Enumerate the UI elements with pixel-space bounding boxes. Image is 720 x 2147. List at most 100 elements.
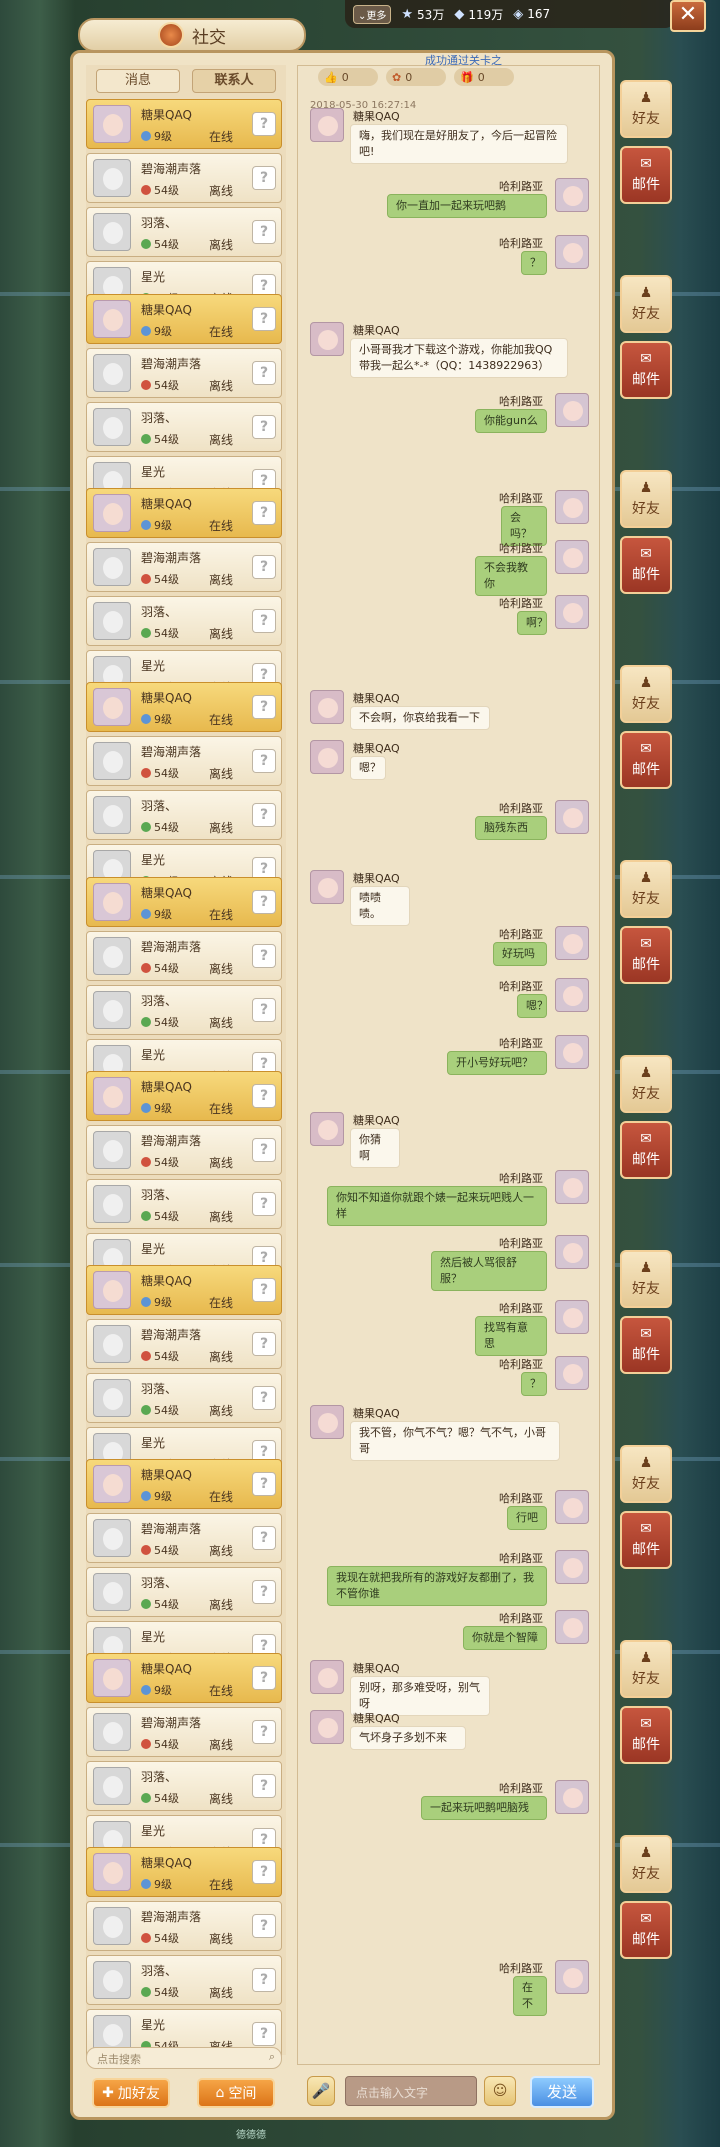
message-avatar[interactable] [555, 1235, 589, 1269]
add-friend-button[interactable]: ✚ 加好友 [92, 2078, 170, 2108]
message-avatar[interactable] [555, 490, 589, 524]
message-avatar[interactable] [310, 108, 344, 142]
tab-mail[interactable]: ✉ 邮件 [620, 1706, 672, 1764]
message-avatar[interactable] [555, 235, 589, 269]
more-button[interactable]: ⌄更多 [353, 4, 392, 24]
help-icon[interactable]: ? [252, 1386, 276, 1410]
message-avatar[interactable] [555, 978, 589, 1012]
message-avatar[interactable] [555, 1780, 589, 1814]
friend-row[interactable]: 羽落、 54级 离线? [86, 1567, 282, 1617]
friend-row[interactable]: 羽落、 54级 离线? [86, 790, 282, 840]
help-icon[interactable]: ? [252, 361, 276, 385]
tab-mail[interactable]: ✉ 邮件 [620, 536, 672, 594]
send-button[interactable]: 发送 [530, 2076, 594, 2108]
friend-row[interactable]: 糖果QAQ 9级 在线? [86, 1265, 282, 1315]
help-icon[interactable]: ? [252, 1192, 276, 1216]
close-button[interactable]: ✕ [670, 0, 706, 32]
friend-row[interactable]: 羽落、 54级 离线? [86, 1373, 282, 1423]
message-avatar[interactable] [310, 1405, 344, 1439]
chat-input[interactable]: 点击输入文字 [345, 2076, 477, 2106]
help-icon[interactable]: ? [252, 501, 276, 525]
friend-row[interactable]: 碧海潮声落 54级 离线? [86, 1707, 282, 1757]
help-icon[interactable]: ? [252, 1720, 276, 1744]
tab-friends[interactable]: ♟ 好友 [620, 1835, 672, 1893]
message-avatar[interactable] [555, 1300, 589, 1334]
message-avatar[interactable] [555, 1490, 589, 1524]
help-icon[interactable]: ? [252, 1914, 276, 1938]
help-icon[interactable]: ? [252, 166, 276, 190]
message-avatar[interactable] [555, 393, 589, 427]
flower-reaction[interactable]: ✿ 0 [386, 68, 446, 86]
help-icon[interactable]: ? [252, 944, 276, 968]
friend-row[interactable]: 糖果QAQ 9级 在线? [86, 877, 282, 927]
friend-row[interactable]: 糖果QAQ 9级 在线? [86, 1071, 282, 1121]
tab-mail[interactable]: ✉ 邮件 [620, 926, 672, 984]
tab-mail[interactable]: ✉ 邮件 [620, 341, 672, 399]
help-icon[interactable]: ? [252, 1580, 276, 1604]
friend-row[interactable]: 碧海潮声落 54级 离线? [86, 1513, 282, 1563]
emoji-button[interactable]: ☺ [484, 2076, 516, 2106]
message-avatar[interactable] [555, 1960, 589, 1994]
help-icon[interactable]: ? [252, 1138, 276, 1162]
message-avatar[interactable] [310, 322, 344, 356]
friend-row[interactable]: 羽落、 54级 离线? [86, 596, 282, 646]
help-icon[interactable]: ? [252, 1774, 276, 1798]
help-icon[interactable]: ? [252, 1084, 276, 1108]
friend-row[interactable]: 羽落、 54级 离线? [86, 207, 282, 257]
tab-contacts[interactable]: 联系人 [192, 69, 276, 93]
message-avatar[interactable] [555, 595, 589, 629]
message-avatar[interactable] [555, 1610, 589, 1644]
help-icon[interactable]: ? [252, 749, 276, 773]
message-avatar[interactable] [555, 540, 589, 574]
friend-row[interactable]: 碧海潮声落 54级 离线? [86, 153, 282, 203]
tab-friends[interactable]: ♟ 好友 [620, 665, 672, 723]
tab-friends[interactable]: ♟ 好友 [620, 275, 672, 333]
space-button[interactable]: ⌂ 空间 [197, 2078, 275, 2108]
message-avatar[interactable] [310, 1660, 344, 1694]
help-icon[interactable]: ? [252, 1860, 276, 1884]
gift-reaction[interactable]: 🎁 0 [454, 68, 514, 86]
friend-row[interactable]: 糖果QAQ 9级 在线? [86, 682, 282, 732]
tab-mail[interactable]: ✉ 邮件 [620, 1511, 672, 1569]
friend-row[interactable]: 羽落、 54级 离线? [86, 1955, 282, 2005]
microphone-button[interactable]: 🎤 [307, 2076, 335, 2106]
tab-friends[interactable]: ♟ 好友 [620, 860, 672, 918]
friend-row[interactable]: 碧海潮声落 54级 离线? [86, 736, 282, 786]
like-reaction[interactable]: 👍 0 [318, 68, 378, 86]
help-icon[interactable]: ? [252, 998, 276, 1022]
friend-row[interactable]: 碧海潮声落 54级 离线? [86, 1125, 282, 1175]
tab-friends[interactable]: ♟ 好友 [620, 80, 672, 138]
tab-mail[interactable]: ✉ 邮件 [620, 1901, 672, 1959]
help-icon[interactable]: ? [252, 220, 276, 244]
help-icon[interactable]: ? [252, 1472, 276, 1496]
help-icon[interactable]: ? [252, 890, 276, 914]
tab-mail[interactable]: ✉ 邮件 [620, 1316, 672, 1374]
friend-row[interactable]: 糖果QAQ 9级 在线? [86, 99, 282, 149]
message-avatar[interactable] [555, 800, 589, 834]
help-icon[interactable]: ? [252, 2022, 276, 2046]
tab-friends[interactable]: ♟ 好友 [620, 1445, 672, 1503]
message-avatar[interactable] [310, 690, 344, 724]
tab-friends[interactable]: ♟ 好友 [620, 1055, 672, 1113]
tab-mail[interactable]: ✉ 邮件 [620, 1121, 672, 1179]
message-avatar[interactable] [310, 870, 344, 904]
message-avatar[interactable] [555, 1170, 589, 1204]
message-avatar[interactable] [555, 1035, 589, 1069]
help-icon[interactable]: ? [252, 1526, 276, 1550]
help-icon[interactable]: ? [252, 1278, 276, 1302]
help-icon[interactable]: ? [252, 112, 276, 136]
friend-row[interactable]: 羽落、 54级 离线? [86, 985, 282, 1035]
help-icon[interactable]: ? [252, 609, 276, 633]
friend-row[interactable]: 碧海潮声落 54级 离线? [86, 348, 282, 398]
tab-friends[interactable]: ♟ 好友 [620, 470, 672, 528]
friend-row[interactable]: 糖果QAQ 9级 在线? [86, 488, 282, 538]
message-avatar[interactable] [310, 1112, 344, 1146]
help-icon[interactable]: ? [252, 695, 276, 719]
friend-row[interactable]: 羽落、 54级 离线? [86, 1179, 282, 1229]
help-icon[interactable]: ? [252, 555, 276, 579]
search-input[interactable]: 点击搜索 ⌕ [86, 2047, 282, 2069]
friend-row[interactable]: 羽落、 54级 离线? [86, 402, 282, 452]
help-icon[interactable]: ? [252, 307, 276, 331]
tab-friends[interactable]: ♟ 好友 [620, 1250, 672, 1308]
friend-row[interactable]: 碧海潮声落 54级 离线? [86, 542, 282, 592]
